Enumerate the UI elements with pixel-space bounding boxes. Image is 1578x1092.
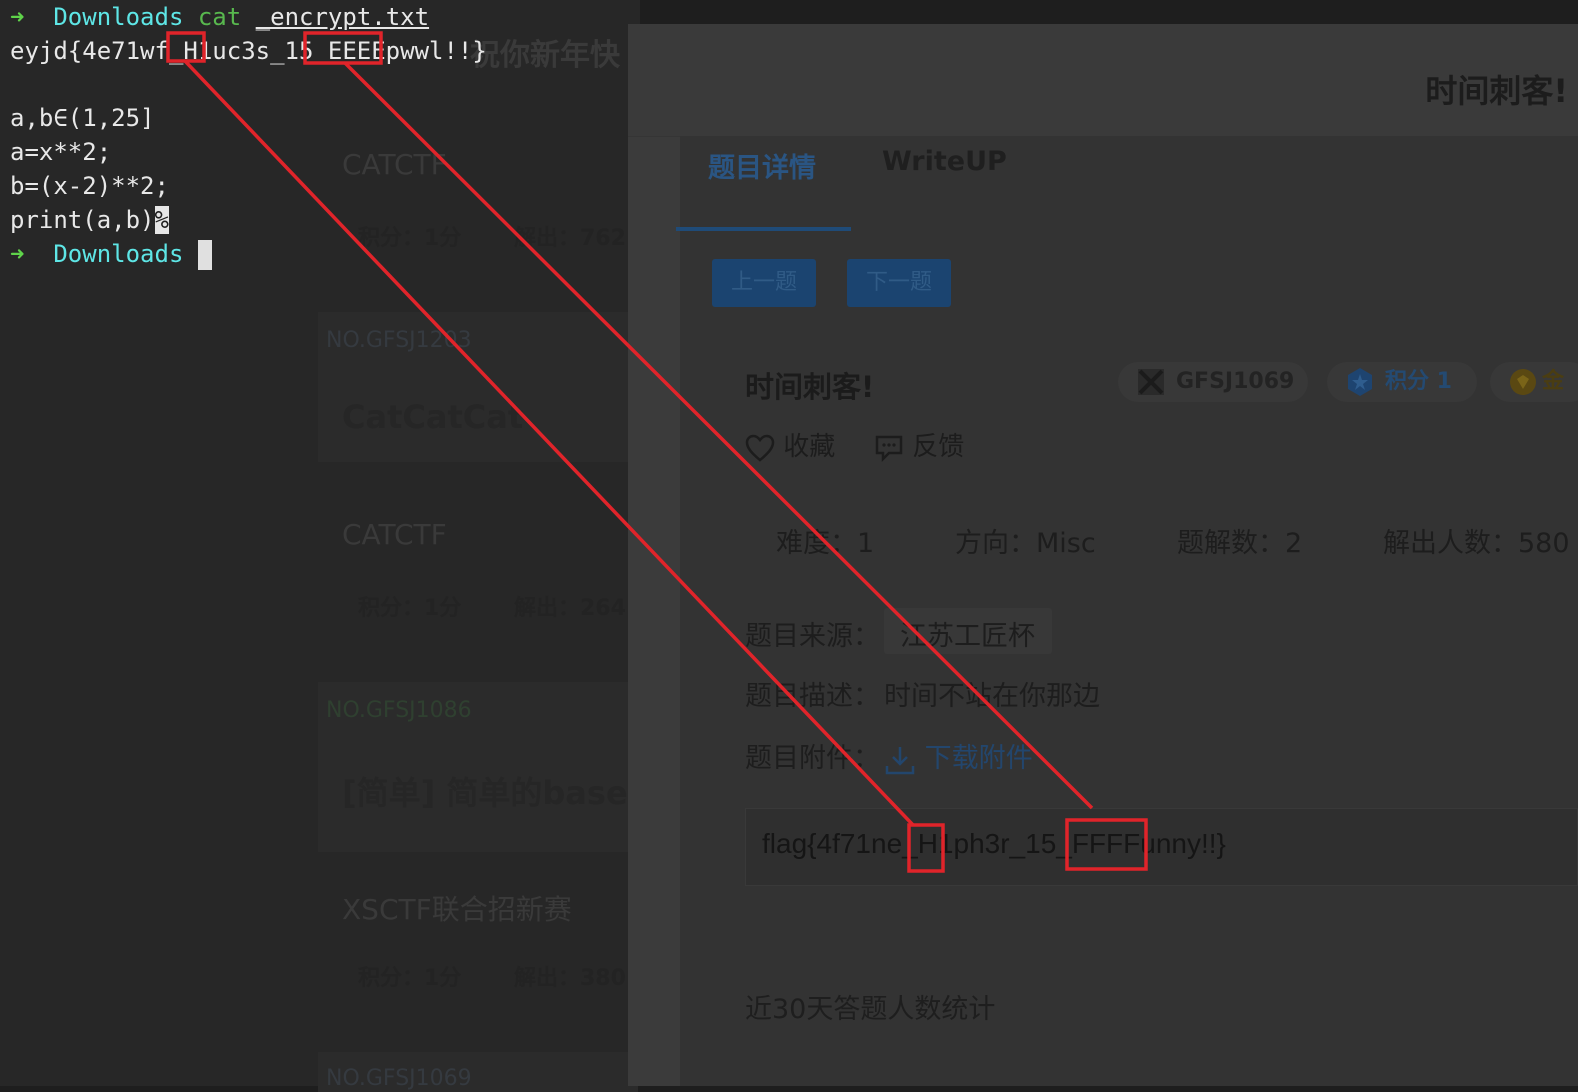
coin-icon (1510, 369, 1536, 395)
card-source: CATCTF (342, 148, 447, 181)
card-number: NO.GFSJ1086 (326, 698, 472, 723)
terminal-output-text: print(a,b) (10, 206, 155, 234)
terminal-output-line: a=x**2; (10, 138, 112, 166)
download-link-text[interactable]: 下载附件 (925, 743, 1033, 774)
solver-count: 解出人数：580 (1383, 528, 1570, 559)
points-badge: 积分 1 (1327, 362, 1477, 402)
direction: 方向：Misc (955, 528, 1096, 559)
download-attachment-link[interactable]: 下载附件 (884, 736, 1033, 776)
modal-header: 时间刺客! (628, 24, 1578, 137)
heart-icon (745, 434, 775, 462)
prompt-arrow-icon: ➜ (10, 240, 25, 268)
avatar-icon (1138, 369, 1164, 395)
card-solved: 解出：380 (514, 966, 626, 991)
terminal-output-line: b=(x-2)**2; (10, 172, 169, 200)
card-source: XSCTF联合招新赛 (342, 893, 572, 926)
card-title[interactable]: [简单] 简单的base编 (342, 768, 660, 814)
difficulty: 难度：1 (776, 528, 875, 559)
terminal-prompt-line[interactable]: ➜ Downloads (10, 237, 212, 271)
prompt-arrow-icon: ➜ (10, 3, 25, 31)
attachment-label: 题目附件： (745, 743, 880, 774)
challenge-id-badge: GFSJ1069 (1118, 362, 1308, 402)
terminal-filename: _encrypt.txt (255, 3, 430, 31)
flag-text: flag{4f71ne_H1ph3r_15_FFFFunny!!} (762, 828, 1226, 859)
card-points: 积分：1分 (358, 226, 462, 251)
prompt-directory: Downloads (53, 3, 184, 31)
writeup-count: 题解数：2 (1177, 528, 1303, 559)
prev-challenge-button[interactable]: 上一题 (712, 259, 816, 307)
tab-writeup[interactable]: WriteUP (882, 146, 1007, 177)
card-number: NO.GFSJ1069 (326, 1066, 472, 1091)
star-badge-icon (1348, 368, 1372, 396)
description-label: 题目描述： (745, 681, 880, 712)
banner-text: 祝你新年快 (470, 38, 620, 73)
active-tab-indicator (676, 227, 851, 231)
modal-title: 时间刺客! (1425, 72, 1568, 110)
card-points: 积分：1分 (358, 596, 462, 621)
terminal-prompt-line: ➜ Downloads cat _encrypt.txt (10, 0, 429, 34)
card-solved: 解出：762 (514, 226, 626, 251)
gold-text: 金 (1542, 369, 1565, 394)
terminal-command: cat (197, 3, 242, 31)
favorite-label: 收藏 (783, 432, 836, 462)
points-text: 积分 1 (1385, 369, 1452, 394)
favorite-button[interactable]: 收藏 (745, 426, 835, 463)
prompt-directory: Downloads (53, 240, 184, 268)
description-value: 时间不站在你那边 (884, 681, 1100, 712)
stats-title: 近30天答题人数统计 (745, 994, 996, 1025)
feedback-label: 反馈 (912, 432, 965, 462)
source-value: 江苏工匠杯 (900, 621, 1035, 652)
gold-badge: 金 (1490, 362, 1578, 402)
source-label: 题目来源： (745, 621, 880, 652)
tab-challenge-detail[interactable]: 题目详情 (708, 146, 816, 185)
terminal-output-line: print(a,b)% (10, 203, 169, 237)
next-challenge-button[interactable]: 下一题 (847, 259, 951, 307)
card-number: NO.GFSJ1203 (326, 328, 472, 353)
challenge-name: 时间刺客! (745, 370, 875, 404)
challenge-id-text: GFSJ1069 (1176, 369, 1295, 394)
download-icon (885, 746, 915, 774)
terminal-cursor (197, 240, 212, 270)
card-solved: 解出：264 (514, 596, 626, 621)
card-title[interactable]: CatCatCat (342, 398, 523, 436)
no-newline-marker: % (154, 206, 169, 234)
terminal-output-line: eyjd{4e71wf_H1uc3s_15_EEEEpwwl!!} (10, 37, 487, 65)
comment-icon (875, 435, 903, 462)
terminal-output-line: a,b∈(1,25] (10, 104, 155, 132)
card-points: 积分：1分 (358, 966, 462, 991)
card-source: CATCTF (342, 518, 447, 551)
feedback-button[interactable]: 反馈 (874, 426, 964, 463)
